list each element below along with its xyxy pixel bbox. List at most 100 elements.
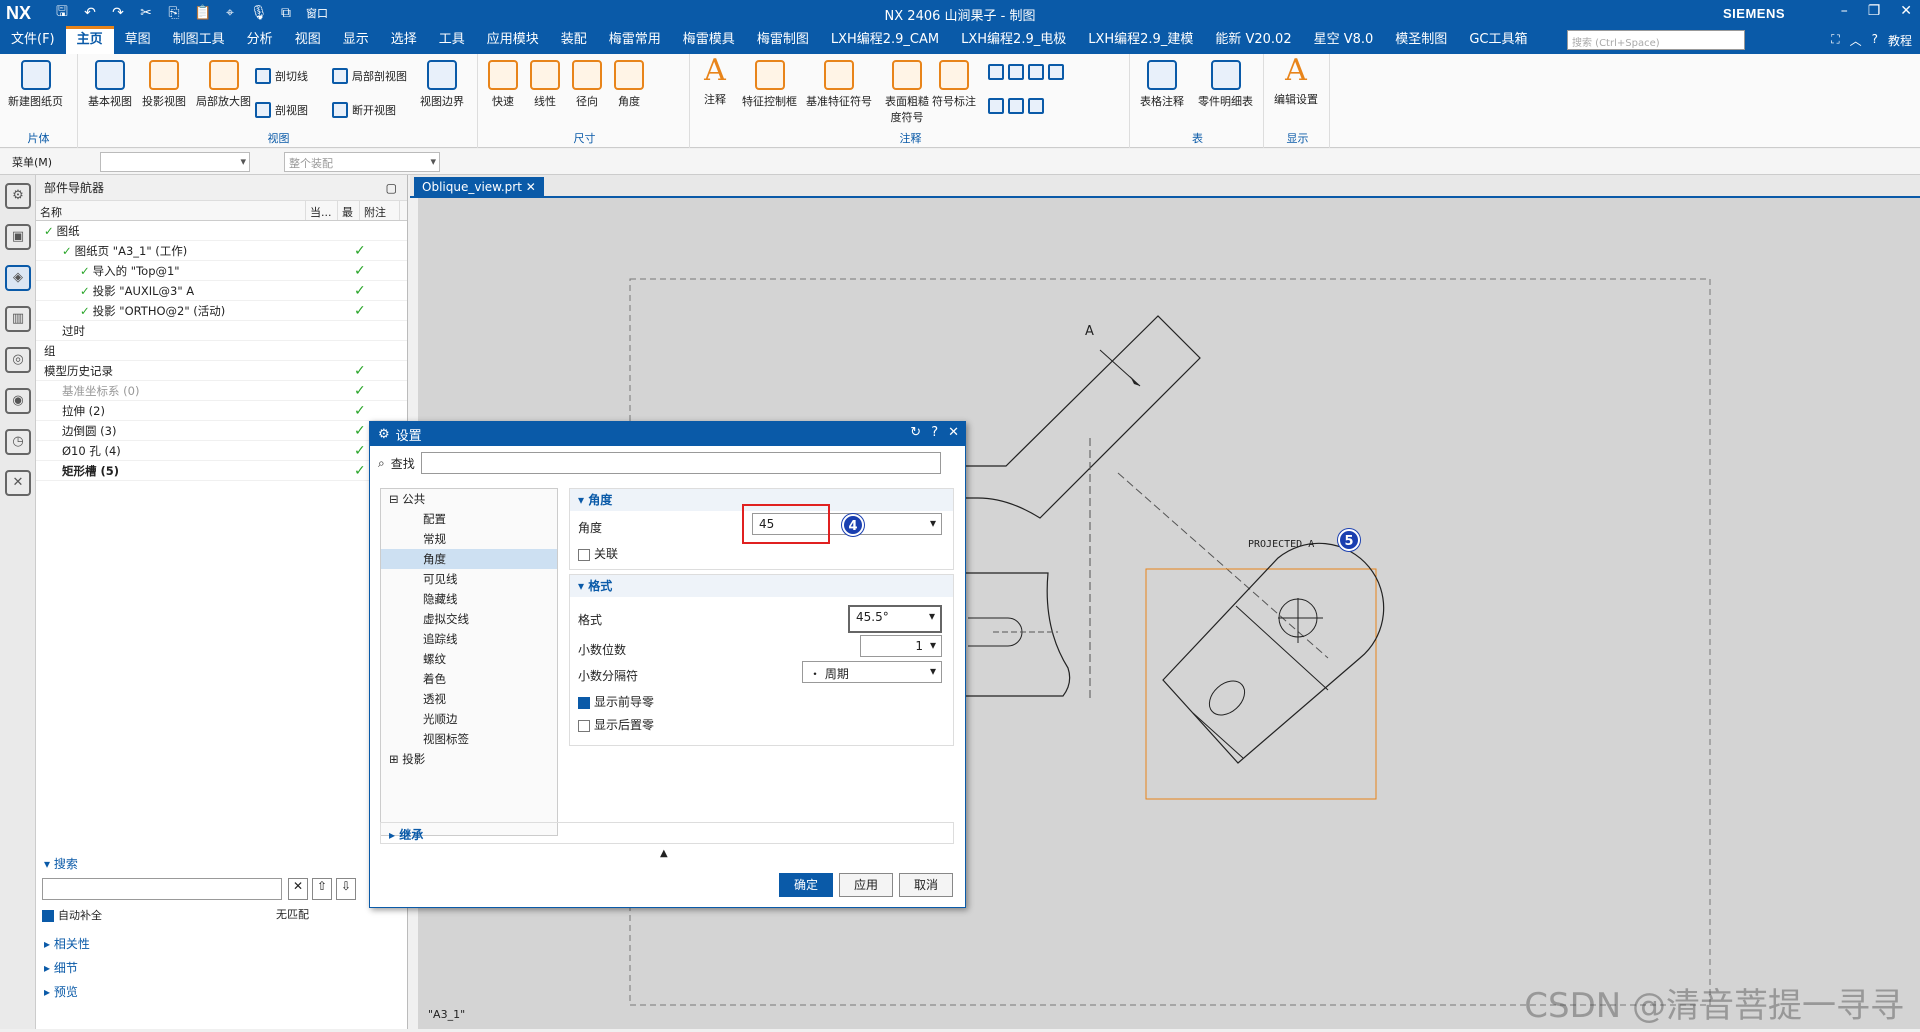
settings-icon[interactable]: ⚙: [5, 183, 31, 209]
menu-select[interactable]: 选择: [380, 26, 428, 54]
tree-row[interactable]: ✓图纸: [36, 221, 407, 241]
column-notes[interactable]: 附注: [360, 201, 400, 220]
datum-symbol-button[interactable]: 基准特征符号: [806, 60, 872, 109]
tree-item-angle[interactable]: 角度: [381, 549, 557, 569]
assembly-navigator-icon[interactable]: ▣: [5, 224, 31, 250]
tree-item-view-label[interactable]: 视图标签: [381, 729, 557, 749]
separator-dropdown[interactable]: ・ 周期: [802, 661, 942, 683]
menu-assembly[interactable]: 装配: [550, 26, 598, 54]
angular-dimension-button[interactable]: 角度: [614, 60, 644, 109]
edit-settings-button[interactable]: A编辑设置: [1274, 58, 1318, 107]
tree-row[interactable]: ✓导入的 "Top@1"✓: [36, 261, 407, 281]
restore-icon[interactable]: ❐: [1868, 3, 1881, 19]
tree-row[interactable]: Ø10 孔 (4)✓: [36, 441, 407, 461]
tree-projection[interactable]: ⊞ 投影: [381, 749, 557, 769]
menu-gc-toolbox[interactable]: GC工具箱: [1458, 26, 1538, 54]
collapse-arrow-icon[interactable]: ▲: [660, 848, 668, 859]
command-search-input[interactable]: 搜索 (Ctrl+Space): [1567, 30, 1745, 50]
type-filter-combo[interactable]: [100, 152, 250, 172]
linear-dimension-button[interactable]: 线性: [530, 60, 560, 109]
menu-xingkong[interactable]: 星空 V8.0: [1303, 26, 1385, 54]
menu-nengxin[interactable]: 能新 V20.02: [1204, 26, 1302, 54]
reset-icon[interactable]: ↻: [910, 425, 921, 440]
find-input[interactable]: [421, 452, 941, 474]
tree-item-virtual-intersection[interactable]: 虚拟交线: [381, 609, 557, 629]
menu-sketch[interactable]: 草图: [114, 26, 162, 54]
show-trailing-zeros-checkbox[interactable]: 显示后置零: [578, 716, 654, 733]
decimals-spinner[interactable]: 1: [860, 635, 942, 657]
menu-meilei-drafting[interactable]: 梅雷制图: [746, 26, 820, 54]
menu-meilei-mold[interactable]: 梅雷模具: [672, 26, 746, 54]
menu-dropdown[interactable]: 菜单(M): [12, 154, 52, 170]
format-dropdown[interactable]: 45.5°: [848, 605, 942, 633]
navigator-search-input[interactable]: [42, 878, 282, 900]
tree-row[interactable]: ✓图纸页 "A3_1" (工作)✓: [36, 241, 407, 261]
menu-mosheng[interactable]: 模圣制图: [1384, 26, 1458, 54]
weld-icon[interactable]: [1008, 64, 1024, 80]
radial-dimension-button[interactable]: 径向: [572, 60, 602, 109]
flag-icon[interactable]: [988, 98, 1004, 114]
fill-icon[interactable]: [1028, 64, 1044, 80]
detail-view-button[interactable]: 局部放大图: [196, 60, 251, 109]
web-browser-icon[interactable]: ◉: [5, 388, 31, 414]
document-tab[interactable]: Oblique_view.prt ✕: [414, 177, 544, 198]
fullscreen-icon[interactable]: ⛶: [1831, 32, 1839, 49]
history-icon[interactable]: ◷: [5, 429, 31, 455]
table-note-button[interactable]: 表格注释: [1140, 60, 1184, 109]
tree-item-shading[interactable]: 着色: [381, 669, 557, 689]
search-down-icon[interactable]: ⇩: [336, 878, 356, 900]
tree-item-trace-lines[interactable]: 追踪线: [381, 629, 557, 649]
menu-lxh-modeling[interactable]: LXH编程2.9_建模: [1077, 26, 1204, 54]
ok-button[interactable]: 确定: [779, 873, 833, 897]
surface-finish-button[interactable]: 表面粗糙度符号: [880, 60, 934, 125]
menu-home[interactable]: 主页: [66, 26, 114, 54]
parts-list-button[interactable]: 零件明细表: [1198, 60, 1253, 109]
tree-row[interactable]: 拉伸 (2)✓: [36, 401, 407, 421]
close-icon[interactable]: ✕: [1900, 3, 1912, 19]
section-view-button[interactable]: 剖视图: [255, 102, 308, 118]
tree-common[interactable]: ⊟ 公共: [381, 489, 557, 509]
menu-meilei-common[interactable]: 梅雷常用: [598, 26, 672, 54]
tree-item-visible-lines[interactable]: 可见线: [381, 569, 557, 589]
maximize-panel-icon[interactable]: ▢: [386, 181, 397, 195]
projected-view-button[interactable]: 投影视图: [142, 60, 186, 109]
menu-applications[interactable]: 应用模块: [476, 26, 550, 54]
tree-item-thread[interactable]: 螺纹: [381, 649, 557, 669]
tree-item-config[interactable]: 配置: [381, 509, 557, 529]
view-boundary-button[interactable]: 视图边界: [420, 60, 464, 109]
partial-section-button[interactable]: 局部剖视图: [332, 68, 407, 84]
tree-item-smooth-edges[interactable]: 光顺边: [381, 709, 557, 729]
menu-drafting-tools[interactable]: 制图工具: [162, 26, 236, 54]
reuse-library-icon[interactable]: ▥: [5, 306, 31, 332]
tree-row[interactable]: 过时: [36, 321, 407, 341]
menu-view[interactable]: 视图: [284, 26, 332, 54]
navigator-search-section[interactable]: ▾ 搜索: [36, 855, 408, 872]
tree-row[interactable]: 组: [36, 341, 407, 361]
format-section-header[interactable]: ▾ 格式: [570, 575, 953, 597]
column-name[interactable]: 名称: [36, 201, 306, 220]
associative-checkbox[interactable]: 关联: [578, 545, 618, 562]
tree-item-perspective[interactable]: 透视: [381, 689, 557, 709]
close-tab-icon[interactable]: ✕: [526, 180, 536, 194]
cancel-button[interactable]: 取消: [899, 873, 953, 897]
dialog-close-icon[interactable]: ✕: [948, 425, 959, 440]
magnifier-icon[interactable]: [988, 64, 1004, 80]
relations-section[interactable]: ▸ 相关性: [36, 935, 408, 952]
column-latest[interactable]: 最: [338, 201, 360, 220]
tree-item-general[interactable]: 常规: [381, 529, 557, 549]
autocomplete-checkbox[interactable]: 自动补全: [42, 907, 102, 923]
menu-analysis[interactable]: 分析: [236, 26, 284, 54]
dialog-help-icon[interactable]: ?: [931, 425, 938, 440]
note-button[interactable]: A注释: [700, 58, 730, 107]
break-view-button[interactable]: 断开视图: [332, 102, 396, 118]
inherit-section[interactable]: ▸ 继承: [380, 822, 954, 844]
menu-lxh-cam[interactable]: LXH编程2.9_CAM: [820, 26, 950, 54]
details-section[interactable]: ▸ 细节: [36, 959, 408, 976]
tree-row[interactable]: 模型历史记录✓: [36, 361, 407, 381]
target-point-icon[interactable]: [1048, 64, 1064, 80]
role-icon[interactable]: ✕: [5, 470, 31, 496]
column-current[interactable]: 当...: [306, 201, 338, 220]
menu-lxh-electrode[interactable]: LXH编程2.9_电极: [950, 26, 1077, 54]
tutorial-link[interactable]: 教程: [1888, 32, 1912, 49]
minimize-icon[interactable]: –: [1841, 3, 1848, 19]
